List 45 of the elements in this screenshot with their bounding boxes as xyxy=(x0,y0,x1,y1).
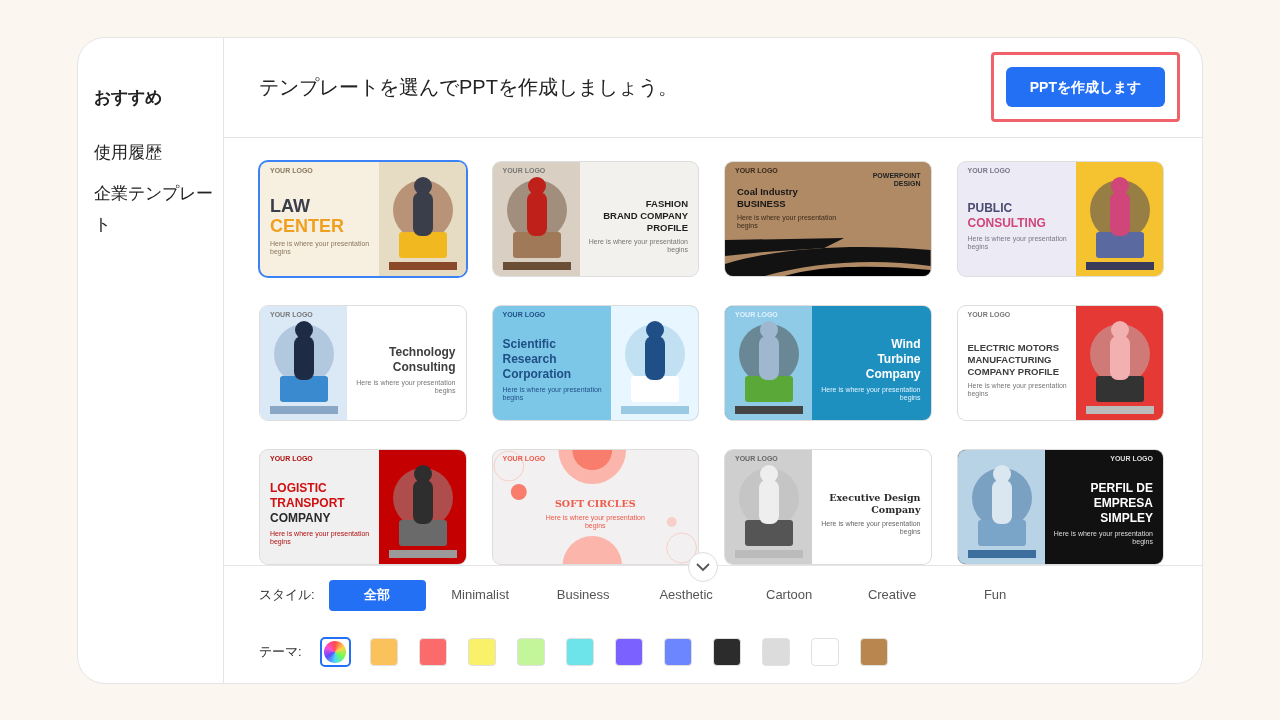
create-button[interactable]: PPTを作成します xyxy=(1005,67,1165,107)
slide-title: EMPRESA xyxy=(1092,496,1153,511)
slide-title: Turbine xyxy=(876,352,921,367)
slide-title: Technology xyxy=(389,344,456,360)
slide-title: LOGISTIC xyxy=(270,481,328,496)
slide-title: Consulting xyxy=(391,359,456,375)
slide-title: BRAND COMPANY xyxy=(603,209,688,222)
slide-title: BUSINESS xyxy=(737,197,787,210)
theme-label: テーマ: xyxy=(259,642,302,661)
slide-title: MANUFACTURING xyxy=(967,353,1053,366)
style-tab[interactable]: Creative xyxy=(843,579,941,611)
slide-title: CENTER xyxy=(270,215,344,236)
slide-title: Scientific xyxy=(502,337,557,352)
slide-title: TRANSPORT xyxy=(270,496,345,511)
style-tab[interactable]: Fun xyxy=(946,579,1044,611)
slide-title: SOFT CIRCLES xyxy=(555,497,636,510)
slide-title: Coal Industry xyxy=(737,185,798,198)
slide-title: Research xyxy=(502,352,558,367)
slide-title: Wind xyxy=(890,337,921,352)
style-tab[interactable]: 全部 xyxy=(328,579,426,611)
slide-title: Executive Design xyxy=(829,491,921,504)
slide-title: PERFIL DE xyxy=(1090,481,1153,496)
slide-title: SIMPLEY xyxy=(1099,511,1153,526)
slide-title: Corporation xyxy=(502,367,572,382)
color-wheel-icon xyxy=(324,640,347,663)
style-label: スタイル: xyxy=(259,586,315,605)
slide-title: FASHION xyxy=(644,197,688,210)
sidebar-item[interactable]: おすすめ xyxy=(94,81,215,113)
slide-title: PROFILE xyxy=(645,221,688,234)
slide-title: Company xyxy=(870,503,921,516)
slide-title: COMPANY xyxy=(270,511,332,526)
slide-title: Company xyxy=(865,367,921,382)
sidebar-item[interactable]: 企業テンプレート xyxy=(94,177,215,240)
style-tab[interactable]: Cartoon xyxy=(740,579,838,611)
style-tab[interactable]: Aesthetic xyxy=(637,579,735,611)
slide-title: PUBLIC xyxy=(967,200,1014,216)
slide-title: LAW xyxy=(270,195,311,216)
sidebar-item[interactable]: 使用履歴 xyxy=(94,136,215,168)
slide-title: COMPANY PROFILE xyxy=(967,365,1060,378)
style-tab[interactable]: Minimalist xyxy=(431,579,529,611)
slide-title: ELECTRIC MOTORS xyxy=(967,341,1060,354)
style-tab[interactable]: Business xyxy=(534,579,632,611)
page-title: テンプレートを選んでPPTを作成しましょう。 xyxy=(259,75,678,100)
theme-swatch[interactable] xyxy=(319,636,351,667)
slide-title: CONSULTING xyxy=(967,215,1046,231)
